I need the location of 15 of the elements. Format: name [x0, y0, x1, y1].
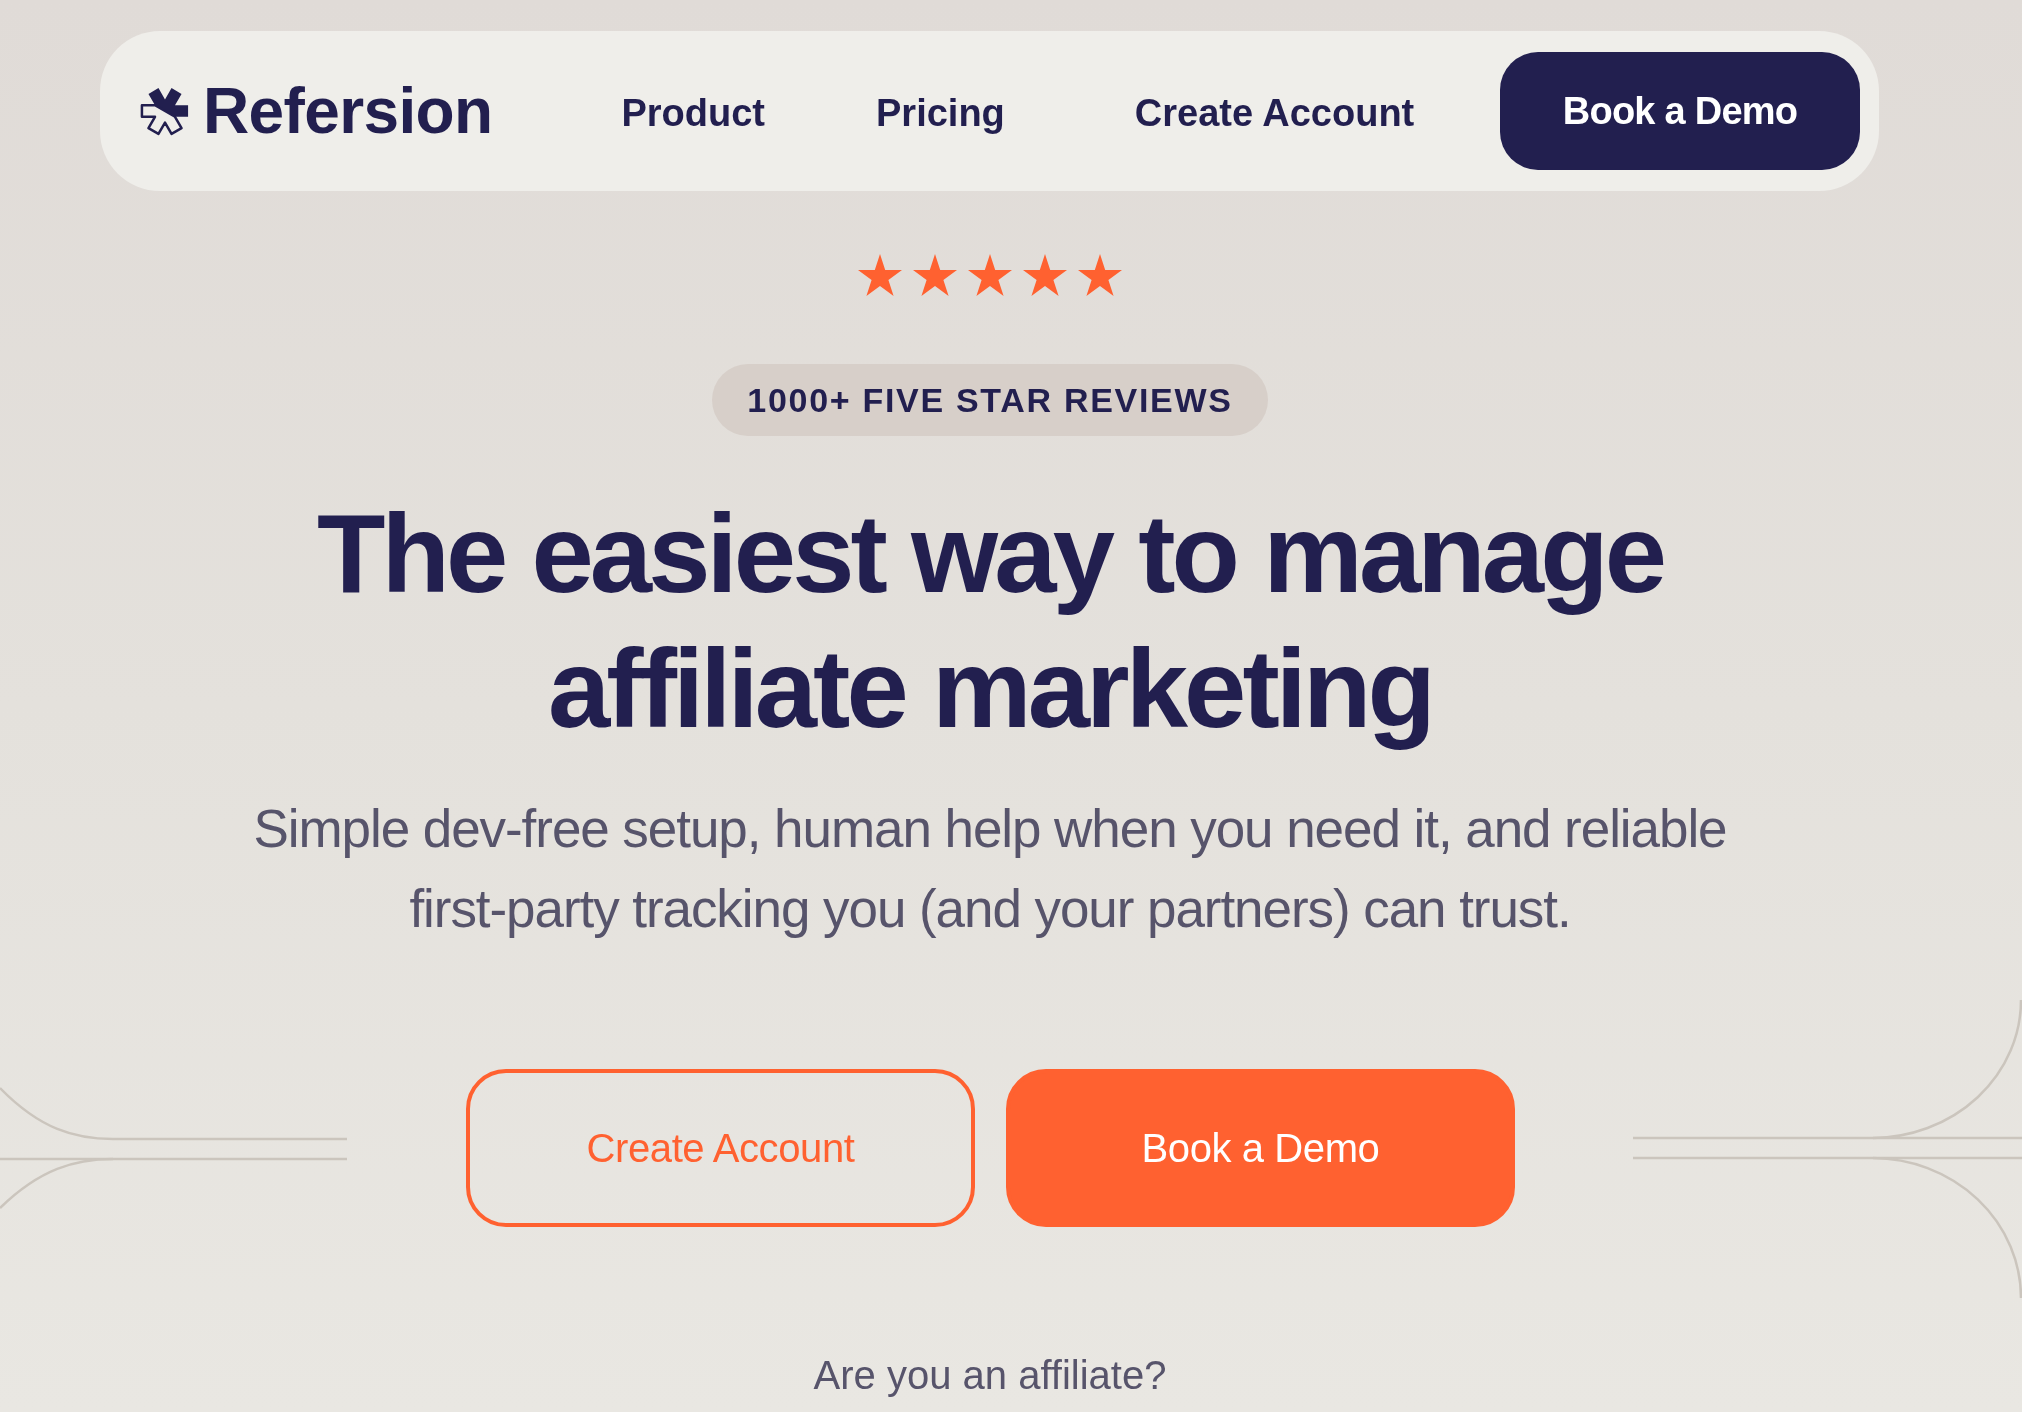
- nav-link[interactable]: Product: [621, 92, 765, 136]
- brand-name[interactable]: Refersion: [203, 79, 493, 143]
- nav-link[interactable]: Create Account: [1134, 92, 1415, 136]
- nav-link[interactable]: Pricing: [876, 92, 1005, 136]
- hero-headline: The easiest way to manage affiliate marketing: [316, 490, 1664, 753]
- star-icon: [858, 254, 902, 296]
- reviews-badge: 1000+ FIVE STAR REVIEWS: [712, 364, 1268, 436]
- star-icon: [968, 254, 1012, 296]
- affiliate-link[interactable]: Are you an affiliate?: [813, 1351, 1167, 1399]
- star-icon: [1023, 254, 1067, 296]
- hero-subtitle: Simple dev-free setup, human help when you need it, and reliable first-party tracking you (and your partners) can trust.: [253, 798, 1727, 940]
- star-icon: [1078, 254, 1122, 296]
- logo-icon[interactable]: [140, 86, 190, 136]
- book-demo-button[interactable]: Book a Demo: [1500, 52, 1860, 170]
- star-icon: [913, 254, 957, 296]
